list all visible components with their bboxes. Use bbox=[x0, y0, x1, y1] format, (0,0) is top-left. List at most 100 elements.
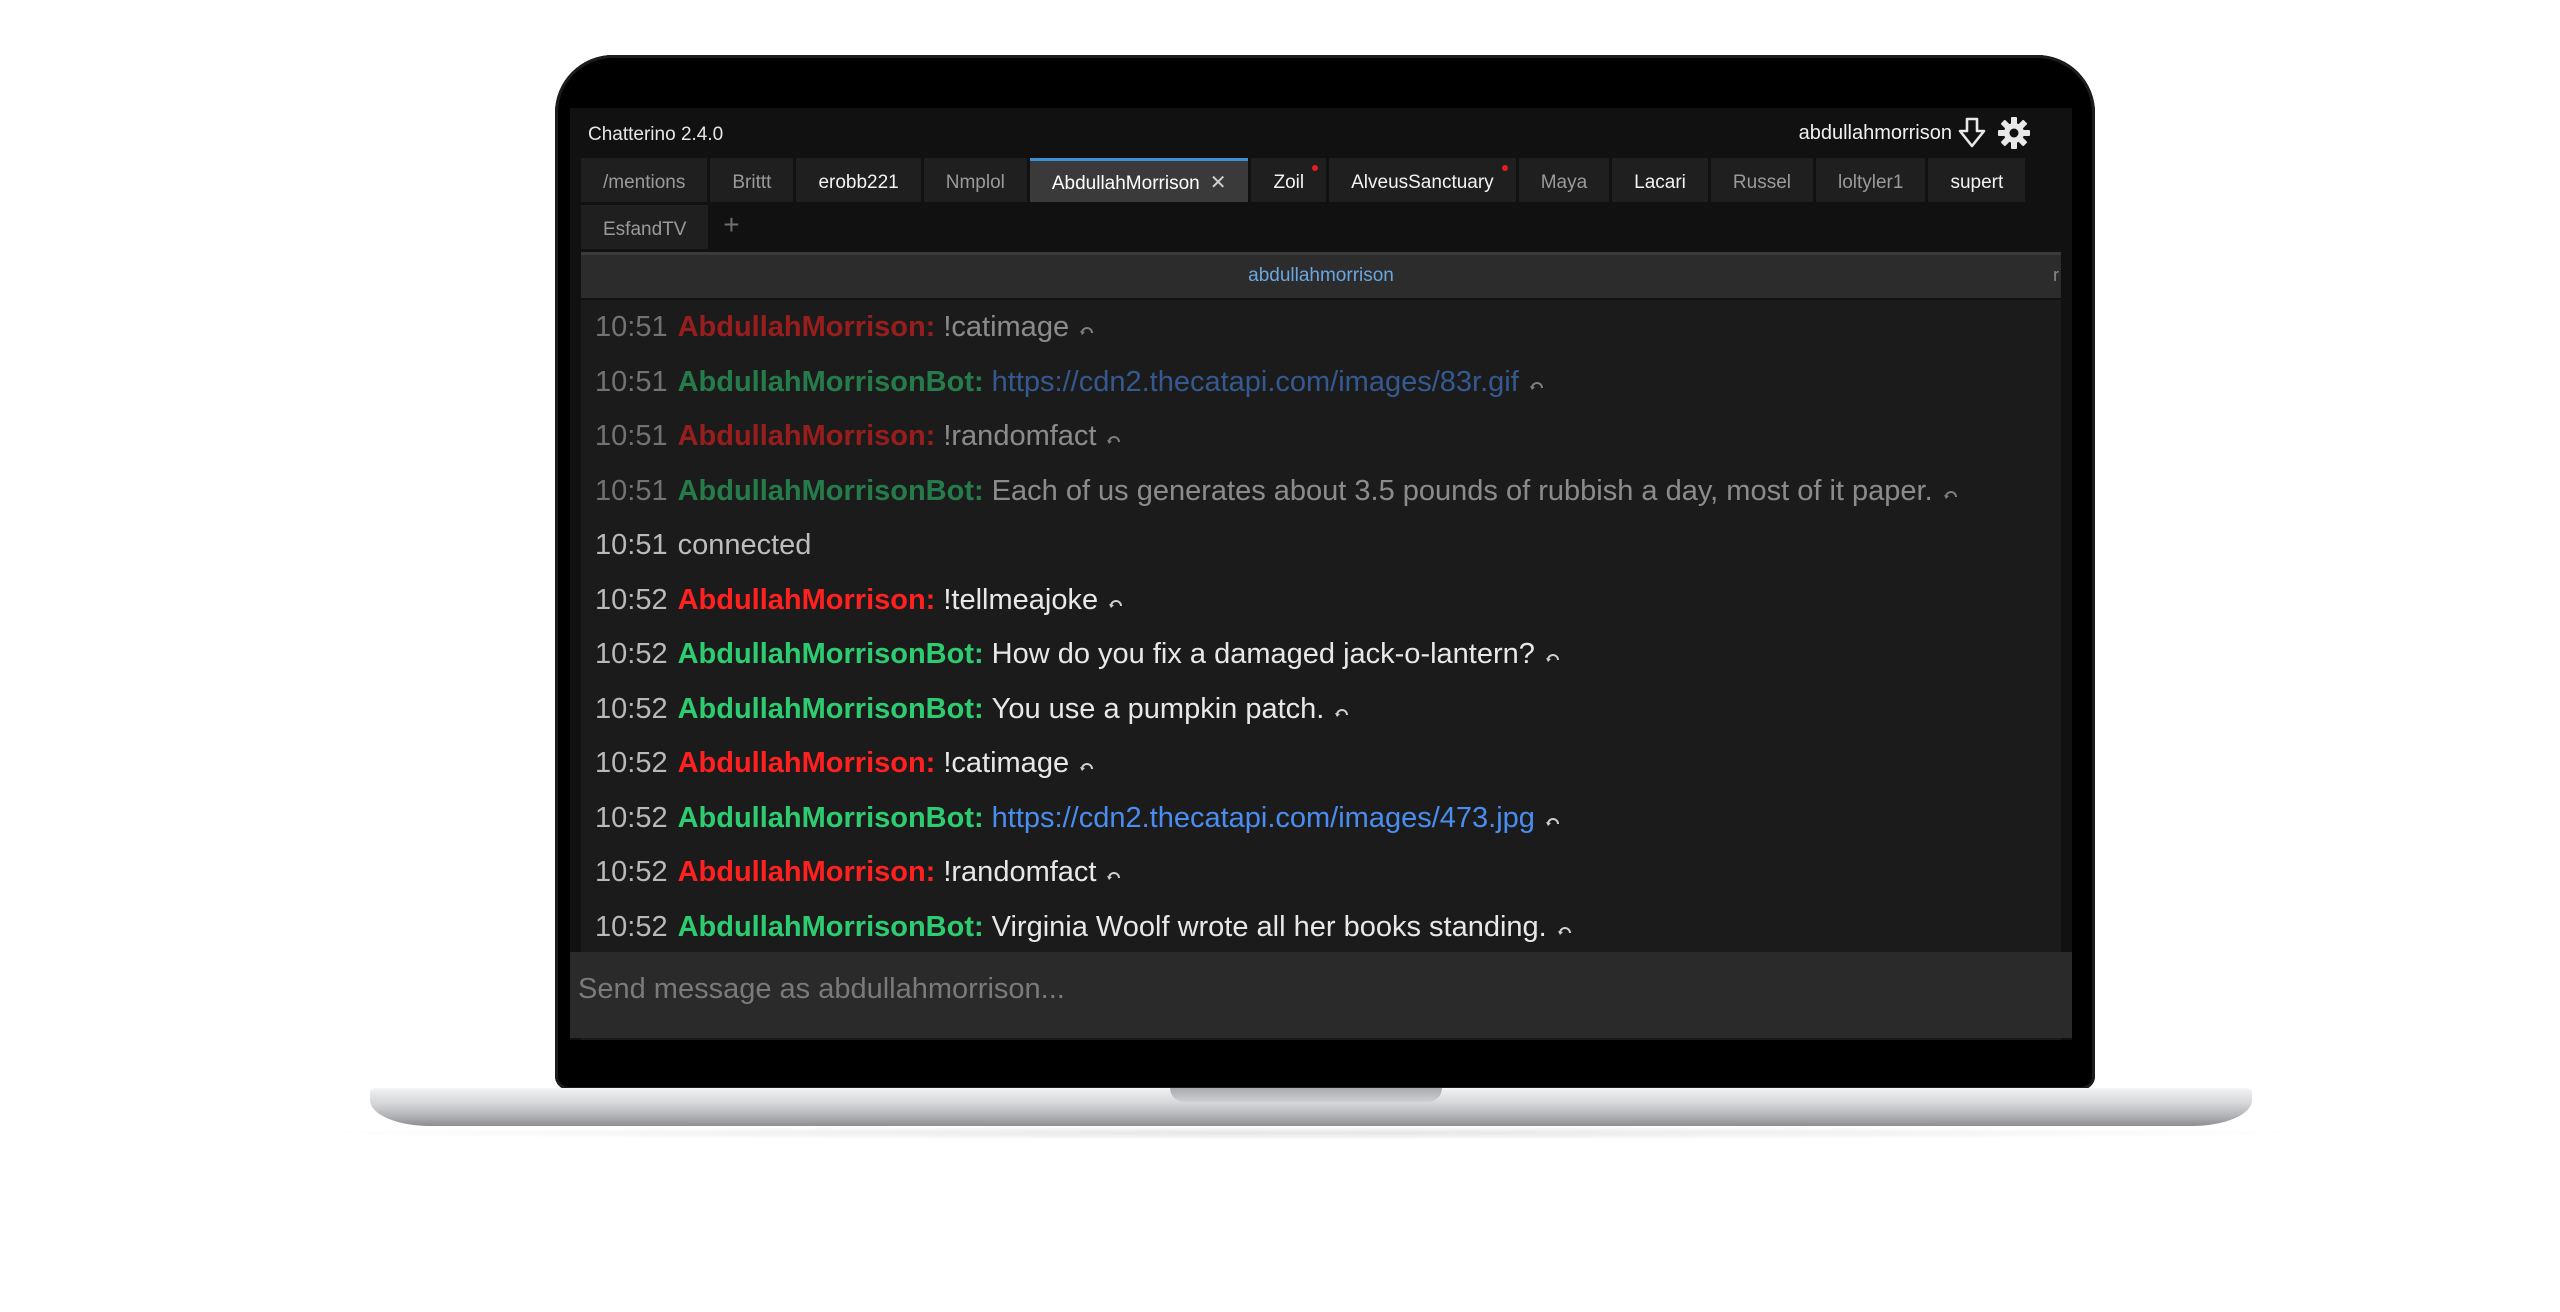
message-timestamp: 10:52 bbox=[595, 801, 668, 834]
split-header-edge-text: r bbox=[2053, 265, 2059, 285]
message-timestamp: 10:51 bbox=[595, 529, 668, 561]
tab-mentions[interactable]: /mentions bbox=[581, 158, 708, 202]
split-channel-name[interactable]: abdullahmorrison bbox=[581, 265, 2061, 287]
chat-message[interactable]: 10:51 AbdullahMorrisonBot: https://cdn2.th… bbox=[581, 355, 2061, 410]
tab-alveussanctuary[interactable]: AlveusSanctuary bbox=[1329, 158, 1516, 202]
chat-message[interactable]: 10:51 AbdullahMorrison: !catimage bbox=[581, 300, 2061, 355]
message-author[interactable]: AbdullahMorrisonBot: bbox=[678, 693, 984, 725]
message-text: How do you fix a damaged jack-o-lantern? bbox=[991, 638, 1535, 670]
message-timestamp: 10:52 bbox=[595, 692, 668, 725]
tab-brittt[interactable]: Brittt bbox=[710, 158, 794, 202]
download-icon[interactable] bbox=[1956, 116, 1988, 150]
tab-nmplol[interactable]: Nmplol bbox=[923, 158, 1027, 202]
chat-message[interactable]: 10:52 AbdullahMorrisonBot: You use a pumpk… bbox=[581, 682, 2061, 737]
tab-loltyler1[interactable]: loltyler1 bbox=[1815, 158, 1926, 202]
reply-icon[interactable] bbox=[1334, 686, 1350, 717]
chat-message[interactable]: 10:52 AbdullahMorrison: !randomfact bbox=[581, 845, 2061, 900]
message-text: Virginia Woolf wrote all her books stand… bbox=[991, 910, 1547, 943]
reply-icon[interactable] bbox=[1545, 631, 1561, 662]
tab-zoil[interactable]: Zoil bbox=[1251, 158, 1327, 202]
reply-icon[interactable] bbox=[1557, 904, 1573, 935]
tab-bar-row-2: EsfandTV + bbox=[581, 205, 2061, 249]
message-author[interactable]: AbdullahMorrison: bbox=[678, 584, 936, 616]
message-author[interactable]: AbdullahMorrison: bbox=[678, 311, 936, 343]
unread-indicator-dot bbox=[1312, 165, 1319, 171]
chat-message[interactable]: 10:52 AbdullahMorrison: !tellmeajoke bbox=[581, 573, 2061, 628]
chat-message[interactable]: 10:51 AbdullahMorrison: !randomfact bbox=[581, 409, 2061, 464]
tab-supert[interactable]: supert bbox=[1928, 158, 2026, 202]
laptop-notch bbox=[1170, 1088, 1442, 1102]
tab-esfandtv[interactable]: EsfandTV bbox=[581, 205, 709, 249]
reply-icon[interactable] bbox=[1108, 577, 1124, 608]
tab-erobb221[interactable]: erobb221 bbox=[796, 158, 921, 202]
message-timestamp: 10:51 bbox=[595, 365, 668, 398]
message-text: Each of us generates about 3.5 pounds of… bbox=[991, 474, 1933, 507]
tab-close-icon[interactable]: ✕ bbox=[1210, 161, 1227, 202]
unread-indicator-dot bbox=[1501, 165, 1508, 171]
message-author[interactable]: AbdullahMorrison: bbox=[678, 856, 936, 888]
chat-message[interactable]: 10:51 AbdullahMorrisonBot: Each of us gene… bbox=[581, 464, 2061, 519]
tab-label: Lacari bbox=[1634, 172, 1686, 193]
message-timestamp: 10:52 bbox=[595, 910, 668, 943]
tab-maya[interactable]: Maya bbox=[1518, 158, 1610, 202]
tab-label: EsfandTV bbox=[603, 219, 687, 240]
system-message-text: connected bbox=[677, 529, 812, 561]
app-title: Chatterino 2.4.0 bbox=[588, 124, 724, 145]
reply-icon[interactable] bbox=[1106, 849, 1122, 880]
add-tab-button[interactable]: + bbox=[711, 205, 751, 249]
message-input-area bbox=[570, 952, 2072, 1038]
laptop-shadow bbox=[290, 1126, 2330, 1140]
message-author[interactable]: AbdullahMorrison: bbox=[678, 420, 936, 452]
tab-russel[interactable]: Russel bbox=[1710, 158, 1813, 202]
message-timestamp: 10:52 bbox=[595, 638, 668, 670]
tab-lacari[interactable]: Lacari bbox=[1612, 158, 1708, 202]
chat-message[interactable]: 10:52 AbdullahMorrisonBot: Virginia Woolf … bbox=[581, 900, 2061, 955]
tab-label: Nmplol bbox=[945, 172, 1005, 193]
message-author[interactable]: AbdullahMorrisonBot: bbox=[678, 802, 984, 834]
chat-message[interactable]: 10:52 AbdullahMorrison: !catimage bbox=[581, 736, 2061, 791]
reply-icon[interactable] bbox=[1106, 413, 1122, 444]
message-text: !randomfact bbox=[943, 856, 1097, 888]
message-text: !tellmeajoke bbox=[943, 583, 1099, 616]
tab-label: Brittt bbox=[732, 172, 772, 193]
message-author[interactable]: AbdullahMorrisonBot: bbox=[678, 638, 984, 670]
account-name[interactable]: abdullahmorrison bbox=[1799, 122, 1952, 145]
chat-message[interactable]: 10:52 AbdullahMorrisonBot: How do you fix … bbox=[581, 627, 2061, 682]
stage: Chatterino 2.4.0 abdullahmorrison /menti… bbox=[0, 0, 2560, 1312]
message-timestamp: 10:51 bbox=[595, 311, 668, 343]
tab-label: Russel bbox=[1732, 172, 1791, 193]
chat-message[interactable]: 10:52 AbdullahMorrisonBot: https://cdn2.th… bbox=[581, 791, 2061, 846]
chatterino-window: Chatterino 2.4.0 abdullahmorrison /menti… bbox=[570, 108, 2072, 1040]
tab-bar-row-1: /mentions Brittt erobb221 Nmplol AbdullahMor… bbox=[581, 158, 2061, 202]
message-author[interactable]: AbdullahMorrisonBot: bbox=[678, 475, 984, 507]
message-timestamp: 10:52 bbox=[595, 583, 668, 616]
message-timestamp: 10:52 bbox=[595, 747, 668, 779]
tab-label: erobb221 bbox=[818, 172, 899, 193]
settings-gear-icon[interactable] bbox=[1996, 115, 2032, 151]
reply-icon[interactable] bbox=[1079, 304, 1095, 335]
message-input[interactable] bbox=[576, 968, 2060, 1010]
chat-message[interactable]: 10:51 connected bbox=[581, 518, 2061, 573]
tab-label: AlveusSanctuary bbox=[1351, 172, 1494, 193]
message-text: !catimage bbox=[943, 747, 1070, 779]
message-author[interactable]: AbdullahMorrisonBot: bbox=[678, 911, 984, 943]
tab-label: /mentions bbox=[603, 172, 686, 193]
message-author[interactable]: AbdullahMorrisonBot: bbox=[678, 366, 984, 398]
tab-abdullahmorrison[interactable]: AbdullahMorrison ✕ bbox=[1029, 158, 1249, 202]
message-timestamp: 10:51 bbox=[595, 420, 668, 452]
tab-label: loltyler1 bbox=[1837, 172, 1904, 193]
message-link[interactable]: https://cdn2.thecatapi.com/images/473.jp… bbox=[992, 802, 1535, 834]
title-bar: Chatterino 2.4.0 abdullahmorrison bbox=[570, 108, 2072, 156]
reply-icon[interactable] bbox=[1529, 359, 1545, 390]
message-link[interactable]: https://cdn2.thecatapi.com/images/83r.gi… bbox=[992, 366, 1519, 398]
tab-label: AbdullahMorrison bbox=[1051, 173, 1200, 194]
chat-messages[interactable]: 10:51 AbdullahMorrison: !catimage 10:51 Abdu… bbox=[581, 300, 2061, 1040]
reply-icon[interactable] bbox=[1079, 740, 1095, 771]
reply-icon[interactable] bbox=[1545, 795, 1561, 826]
message-text: !randomfact bbox=[943, 420, 1097, 452]
tab-label: supert bbox=[1950, 172, 2004, 193]
tab-label: Zoil bbox=[1273, 172, 1305, 193]
message-author[interactable]: AbdullahMorrison: bbox=[678, 747, 936, 779]
reply-icon[interactable] bbox=[1943, 468, 1959, 499]
split-header[interactable]: abdullahmorrison r bbox=[581, 252, 2061, 298]
